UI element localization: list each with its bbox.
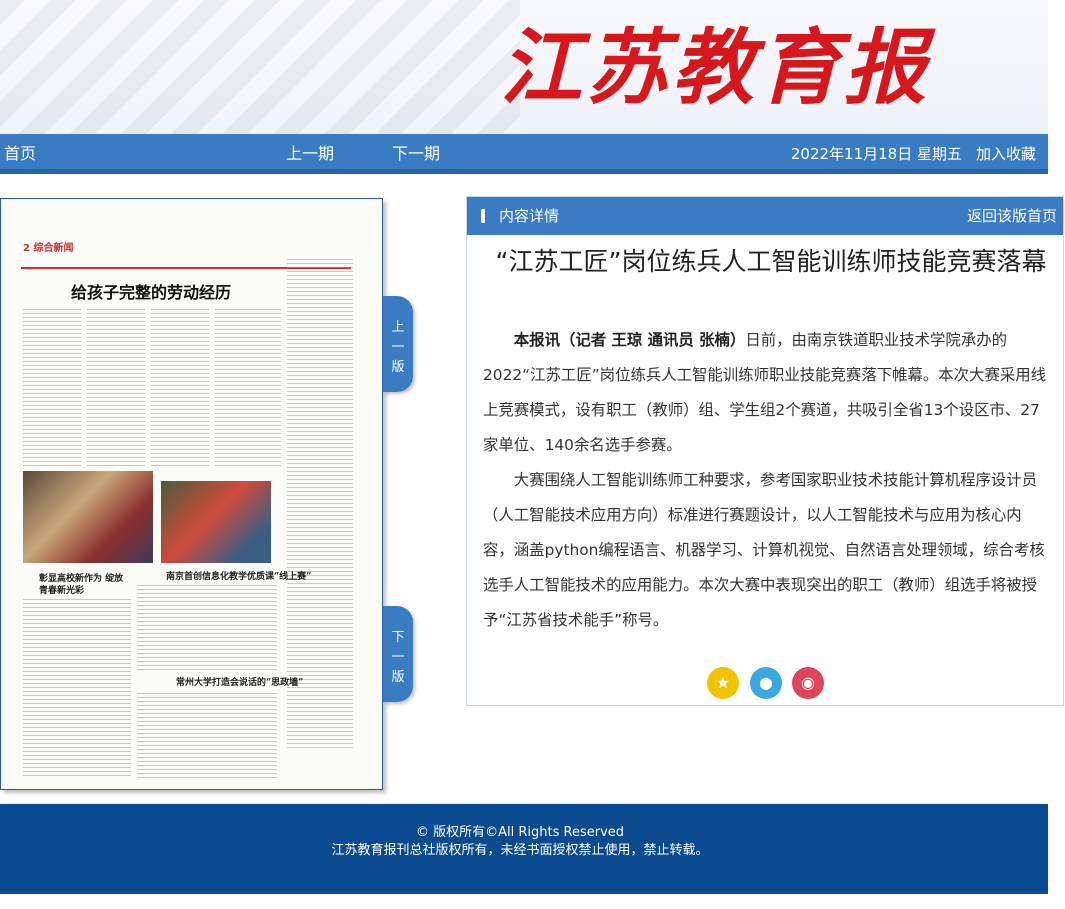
text-column	[23, 309, 81, 469]
text-column	[137, 585, 277, 671]
prev-page-label-1: 上	[391, 320, 405, 335]
page-headline[interactable]: 给孩子完整的劳动经历	[71, 279, 271, 303]
article-paragraph: 大赛围绕人工智能训练师工种要求，参考国家职业技术技能计算机程序设计员（人工智能技…	[483, 471, 1045, 629]
banner-watermark	[0, 0, 520, 134]
qq-icon[interactable]: ●	[750, 667, 782, 699]
header-banner: 江苏教育报	[0, 0, 1048, 134]
newspaper-page-image[interactable]: 2 综合新闻 给孩子完整的劳动经历 彰显高校新作为 绽放青春新光彩 南京首创信息…	[0, 198, 383, 790]
prev-page-label-3: 版	[391, 360, 405, 375]
issue-date: 2022年11月18日 星期五	[790, 145, 962, 163]
copyright-text: © 版权所有©All Rights Reserved	[415, 825, 625, 840]
next-page-label-1: 下	[391, 630, 405, 645]
section-label: 内容详情	[499, 207, 560, 225]
text-column	[151, 309, 209, 469]
weibo-icon[interactable]: ◉	[792, 667, 824, 699]
masthead-logo: 江苏教育报	[500, 20, 930, 116]
article-header-bar: 内容详情 返回该版首页	[467, 197, 1063, 235]
back-to-page-link[interactable]: 返回该版首页	[967, 197, 1057, 235]
nav-prev-issue-link[interactable]: 上一期	[286, 134, 334, 174]
text-column	[87, 309, 145, 469]
article-byline: 本报讯（记者 王琼 通讯员 张楠）	[513, 331, 746, 349]
add-favorite-link[interactable]: 加入收藏	[976, 134, 1036, 174]
next-page-button[interactable]: 下 一 版	[383, 606, 413, 702]
article-body: 本报讯（记者 王琼 通讯员 张楠）日前，由南京铁道职业技术学院承办的2022“江…	[483, 323, 1047, 638]
copyright-notice: 江苏教育报刊总社版权所有，未经书面授权禁止使用，禁止转载。	[331, 843, 709, 858]
nav-next-issue-link[interactable]: 下一期	[392, 134, 440, 174]
nav-home-link[interactable]: 首页	[4, 134, 36, 174]
text-column	[215, 309, 281, 469]
prev-page-button[interactable]: 上 一 版	[383, 296, 413, 392]
page-article-caption[interactable]: 彰显高校新作为 绽放青春新光彩	[39, 573, 129, 597]
article-title: “江苏工匠”岗位练兵人工智能训练师技能竞赛落幕	[495, 247, 1047, 276]
page-subhead[interactable]: 南京首创信息化教学优质课“线上赛”	[166, 569, 326, 582]
article-paragraph: 本报讯（记者 王琼 通讯员 张楠）日前，由南京铁道职业技术学院承办的2022“江…	[483, 323, 1047, 463]
article-panel: 内容详情 返回该版首页 “江苏工匠”岗位练兵人工智能训练师技能竞赛落幕 本报讯（…	[466, 196, 1064, 706]
text-column	[23, 599, 131, 779]
top-nav: 首页 上一期 下一期 2022年11月18日 星期五 加入收藏	[0, 134, 1048, 174]
article-paragraph-text: 日前，由南京铁道职业技术学院承办的2022“江苏工匠”岗位练兵人工智能训练师职业…	[483, 331, 1047, 454]
footer: © 版权所有©All Rights Reserved 江苏教育报刊总社版权所有，…	[0, 804, 1048, 894]
star-icon[interactable]: ★	[707, 667, 739, 699]
news-photo	[161, 481, 271, 563]
section-marker	[481, 209, 485, 223]
page-subhead[interactable]: 常州大学打造会说话的“思政墙”	[176, 675, 316, 688]
next-page-label-3: 版	[391, 670, 405, 685]
news-photo	[23, 471, 153, 563]
text-column	[137, 693, 277, 779]
prev-page-label-2: 一	[391, 340, 405, 355]
next-page-label-2: 一	[391, 650, 405, 665]
